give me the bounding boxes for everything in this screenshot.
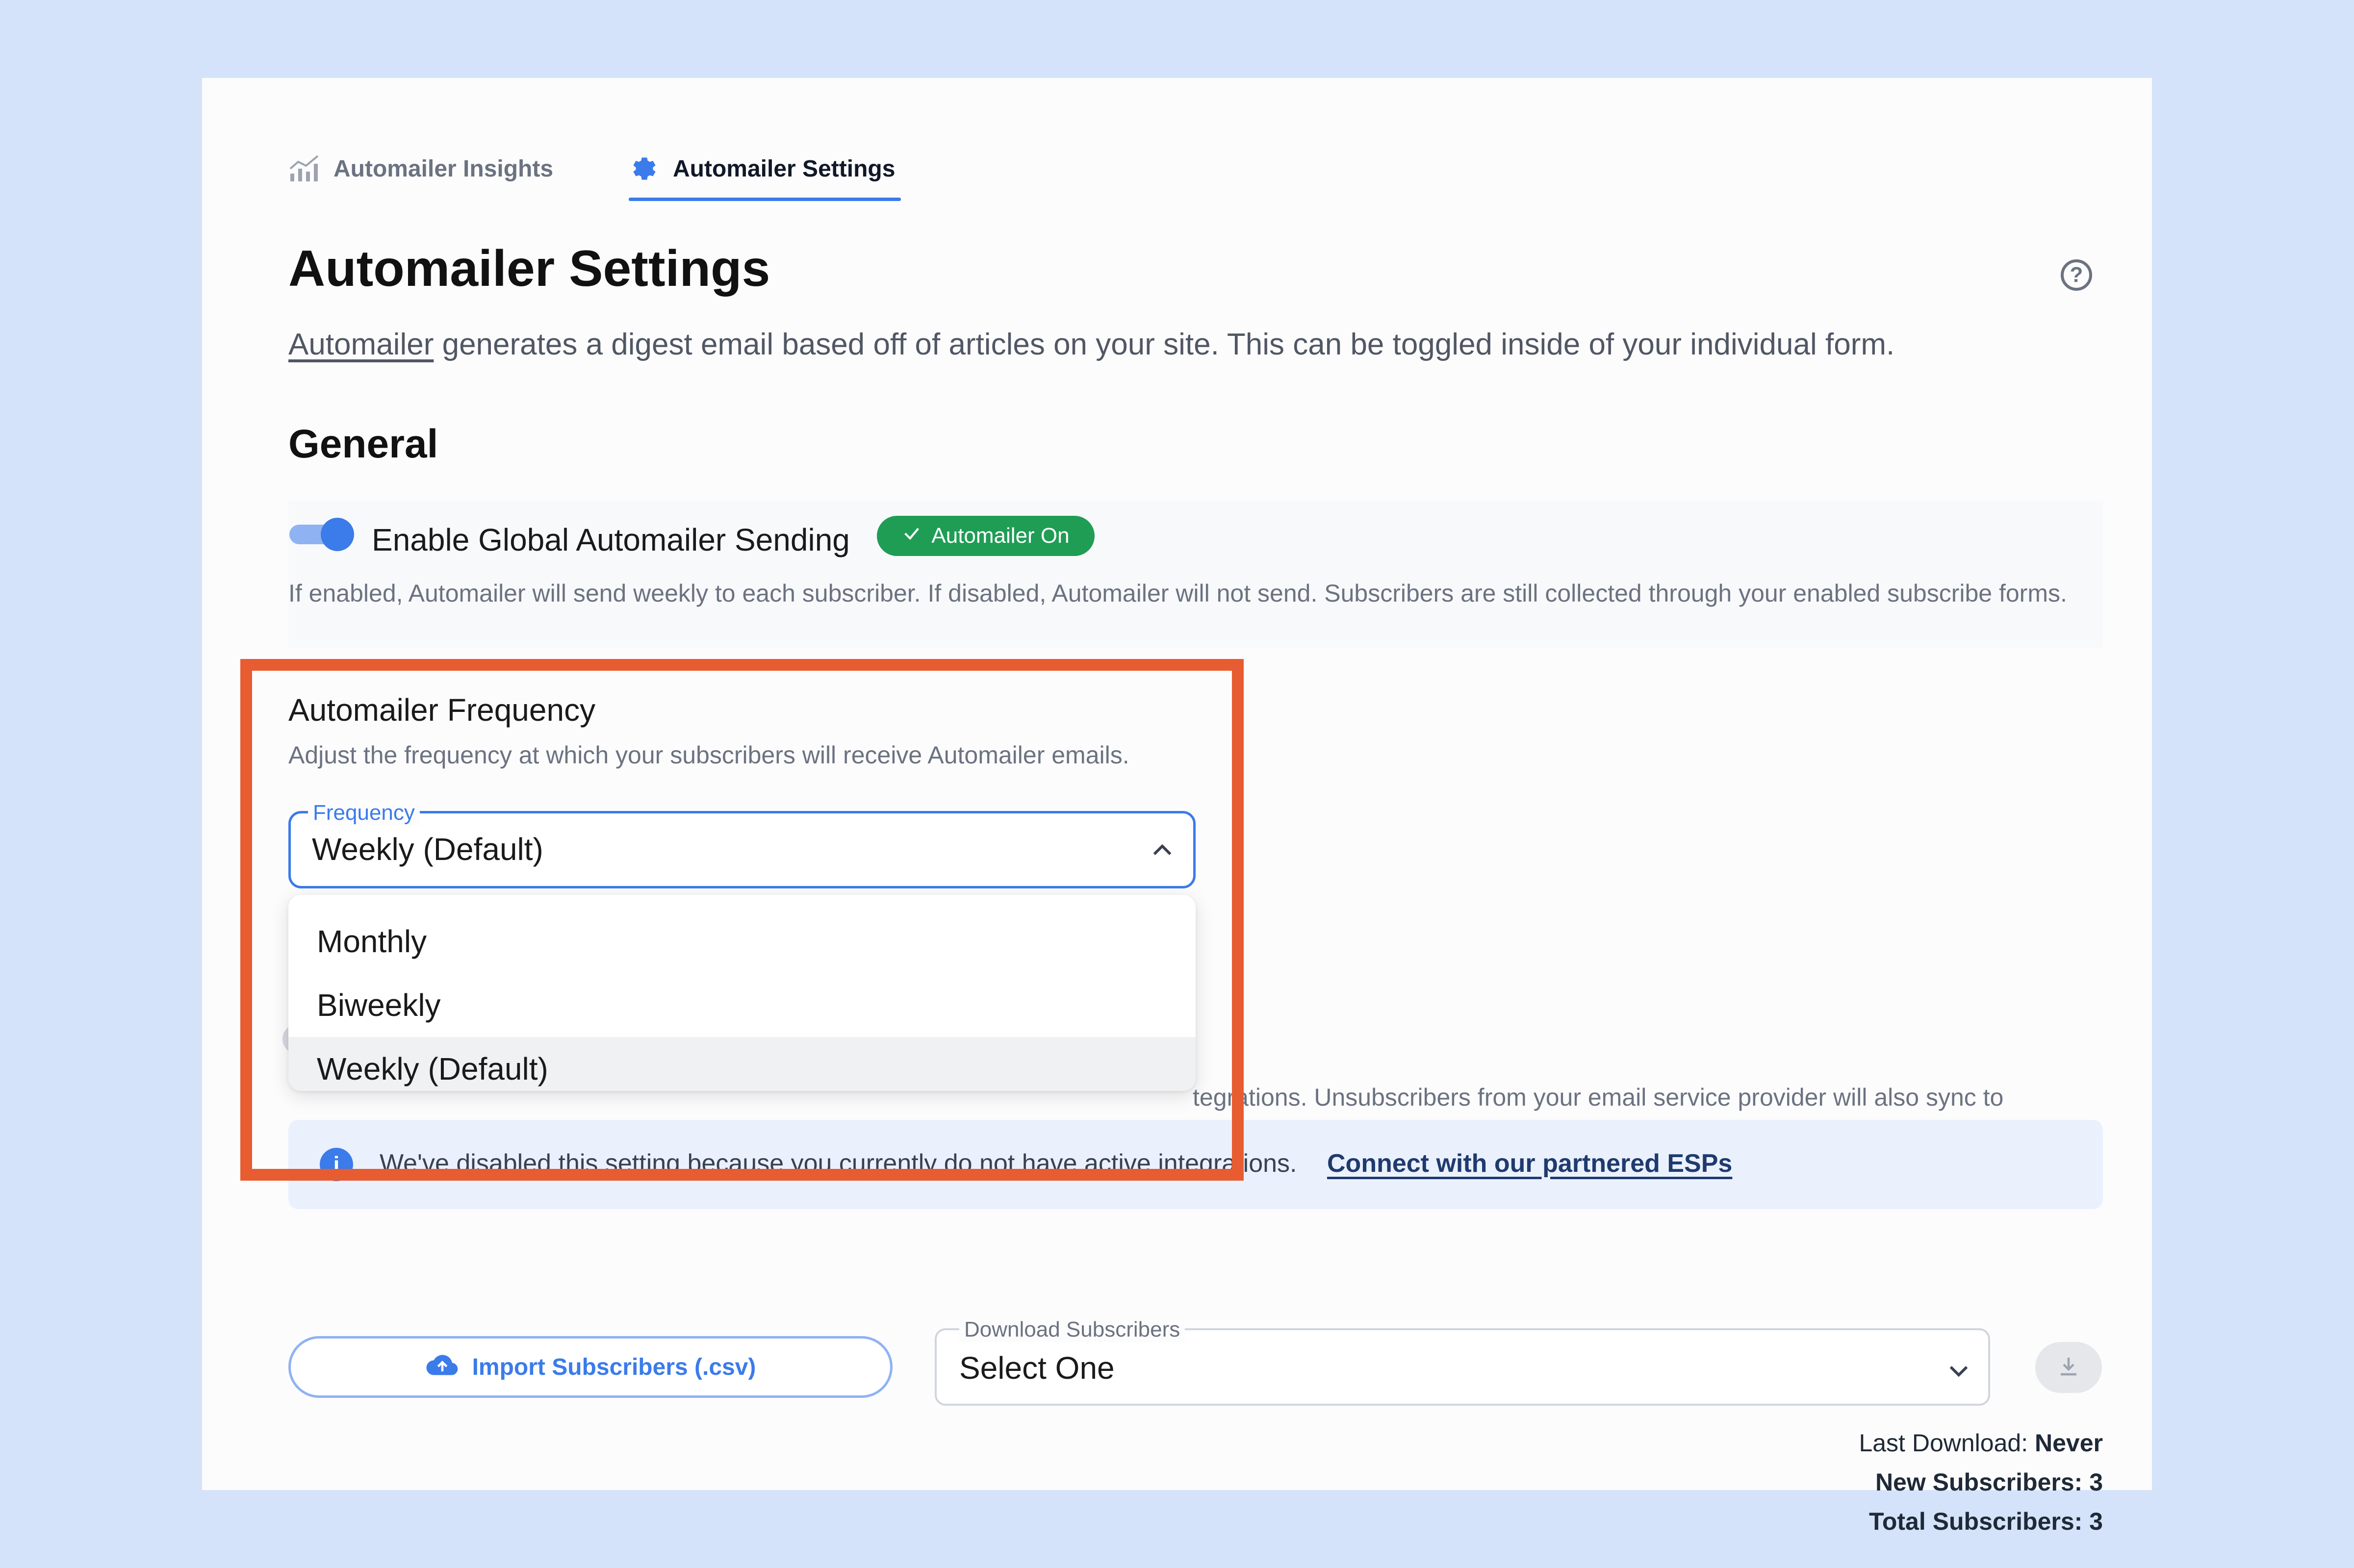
download-button[interactable] — [2035, 1342, 2102, 1393]
new-subscribers: New Subscribers: 3 — [1875, 1468, 2103, 1496]
total-subscribers: Total Subscribers: 3 — [1869, 1508, 2103, 1535]
enable-description: If enabled, Automailer will send weekly … — [288, 580, 2067, 607]
status-badge: Automailer On — [877, 516, 1095, 556]
annotation-highlight-box — [240, 659, 1244, 1181]
import-button-label: Import Subscribers (.csv) — [472, 1354, 756, 1380]
download-selected-value: Select One — [959, 1350, 1115, 1386]
tab-label: Automailer Insights — [333, 155, 554, 182]
bar-chart-icon — [288, 154, 321, 183]
sync-description-partial: tegrations. Unsubscribers from your emai… — [1193, 1084, 2004, 1111]
connect-esps-link[interactable]: Connect with our partnered ESPs — [1327, 1149, 1732, 1178]
enable-global-toggle[interactable] — [289, 518, 354, 551]
help-icon[interactable]: ? — [2061, 259, 2092, 291]
download-icon — [2057, 1355, 2080, 1381]
active-tab-indicator — [629, 198, 901, 201]
cloud-upload-icon — [425, 1351, 460, 1383]
chevron-down-icon[interactable] — [1945, 1357, 1972, 1387]
section-title-general: General — [288, 422, 438, 466]
last-download-label: Last Download: — [1859, 1429, 2028, 1457]
last-download-row: Last Download: Never — [1859, 1423, 2103, 1463]
download-field-label: Download Subscribers — [959, 1317, 1185, 1342]
status-badge-label: Automailer On — [931, 524, 1070, 548]
page-description: Automailer generates a digest email base… — [288, 327, 1894, 362]
page-title: Automailer Settings — [288, 240, 770, 297]
gear-icon — [629, 153, 660, 184]
enable-global-label: Enable Global Automailer Sending — [372, 522, 850, 557]
check-icon — [902, 524, 921, 549]
import-subscribers-button[interactable]: Import Subscribers (.csv) — [288, 1336, 893, 1398]
last-download-value: Never — [2035, 1429, 2103, 1457]
tab-automailer-settings[interactable]: Automailer Settings — [629, 142, 895, 196]
tab-label: Automailer Settings — [673, 155, 896, 182]
toggle-knob — [321, 518, 354, 551]
subscriber-stats: Last Download: Never New Subscribers: 3 … — [1859, 1423, 2103, 1541]
description-text: generates a digest email based off of ar… — [434, 328, 1895, 361]
tab-automailer-insights[interactable]: Automailer Insights — [288, 142, 553, 196]
automailer-link[interactable]: Automailer — [288, 328, 434, 361]
